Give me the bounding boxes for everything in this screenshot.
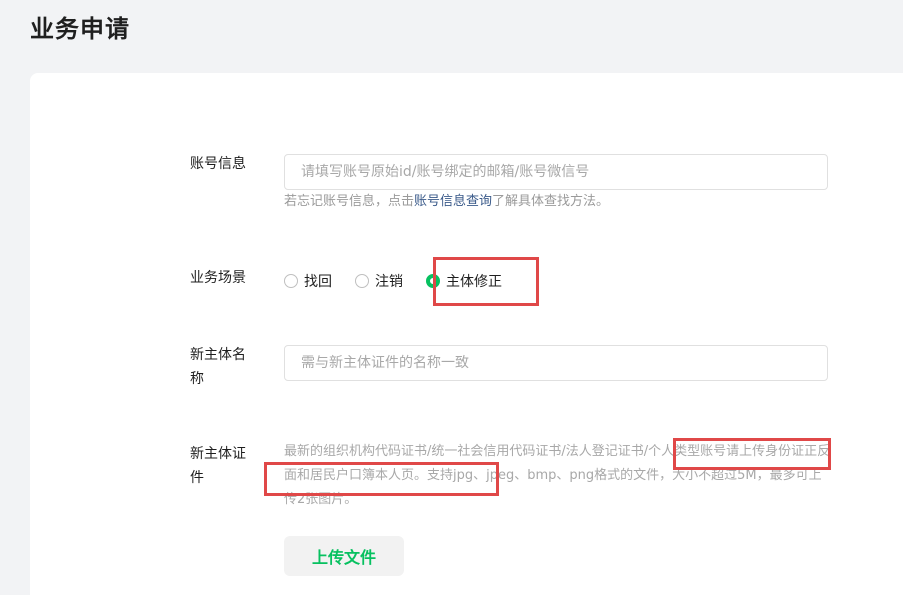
- scene-option-entity-correction[interactable]: 主体修正: [426, 271, 502, 291]
- account-info-hint: 若忘记账号信息，点击账号信息查询了解具体查找方法。: [284, 191, 609, 213]
- scene-option-recover[interactable]: 找回: [284, 271, 332, 291]
- business-scene-label: 业务场景: [190, 270, 246, 286]
- business-scene-radio-group: 找回 注销 主体修正: [284, 266, 525, 296]
- account-hint-prefix: 若忘记账号信息，点击: [284, 194, 415, 209]
- new-entity-cert-hint: 最新的组织机构代码证书/统一社会信用代码证书/法人登记证书/个人类型账号请上传身…: [284, 444, 831, 507]
- account-info-label: 账号信息: [190, 156, 246, 172]
- radio-unchecked-icon: [355, 274, 369, 288]
- account-hint-suffix: 了解具体查找方法。: [492, 194, 610, 209]
- scene-option-cancel[interactable]: 注销: [355, 271, 403, 291]
- new-entity-name-input[interactable]: [284, 345, 828, 381]
- scene-option-label: 找回: [304, 274, 332, 290]
- scene-option-label: 注销: [375, 274, 403, 290]
- page-title: 业务申请: [30, 15, 130, 43]
- upload-file-button[interactable]: 上传文件: [284, 536, 404, 576]
- application-form-card: 账号信息 若忘记账号信息，点击账号信息查询了解具体查找方法。 业务场景 找回 注…: [30, 73, 903, 595]
- new-entity-name-label: 新主体名称: [190, 347, 246, 387]
- radio-checked-icon: [426, 274, 440, 288]
- new-entity-cert-label: 新主体证件: [190, 446, 246, 486]
- account-info-query-link[interactable]: 账号信息查询: [414, 194, 492, 209]
- account-info-input[interactable]: [284, 154, 828, 190]
- scene-option-label: 主体修正: [446, 274, 502, 290]
- radio-unchecked-icon: [284, 274, 298, 288]
